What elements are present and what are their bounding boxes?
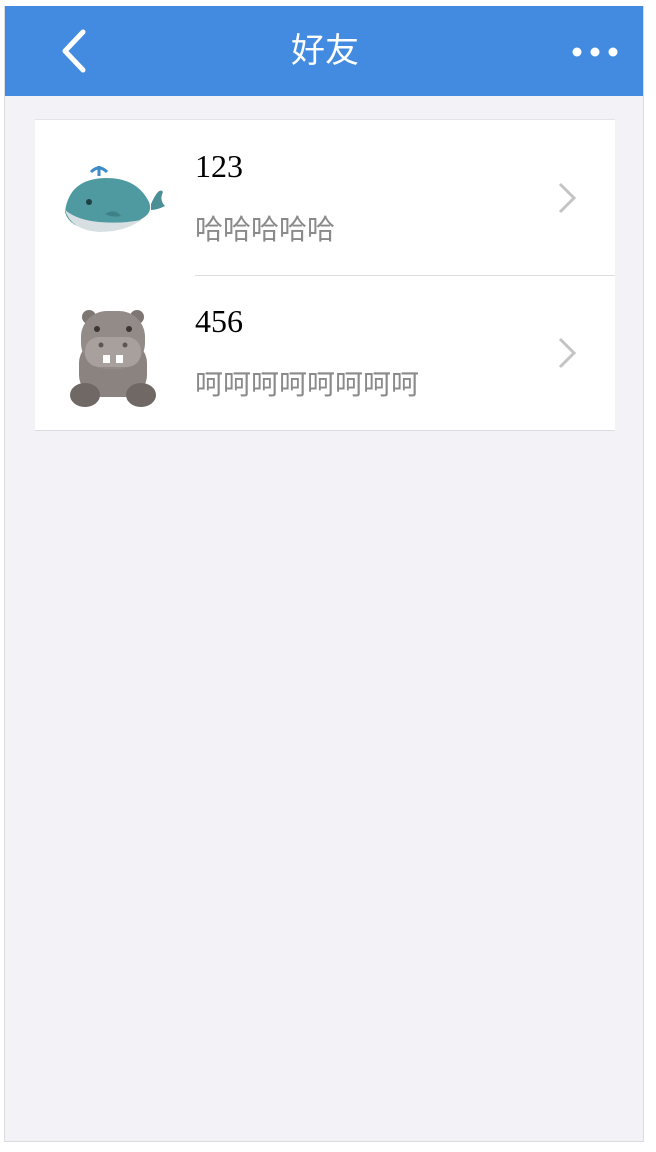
page-title: 好友	[291, 31, 359, 71]
friend-list: 123 哈哈哈哈哈 456 呵呵呵呵呵呵呵呵	[35, 119, 615, 431]
whale-avatar	[63, 152, 167, 244]
friend-list-item[interactable]: 456 呵呵呵呵呵呵呵呵	[35, 275, 615, 430]
chevron-right-icon	[558, 337, 577, 369]
app-frame: 好友 123 哈哈哈哈哈 456 呵呵呵呵呵呵呵呵	[4, 6, 644, 1142]
friend-name: 123	[195, 148, 243, 184]
friend-list-item[interactable]: 123 哈哈哈哈哈	[35, 120, 615, 275]
more-button[interactable]	[565, 34, 625, 70]
ellipsis-icon	[572, 47, 618, 57]
navigation-bar: 好友	[5, 6, 643, 96]
friend-message: 呵呵呵呵呵呵呵呵	[195, 368, 420, 401]
chevron-right-icon	[558, 182, 577, 214]
hippo-avatar	[63, 307, 167, 407]
friend-name: 456	[195, 303, 243, 339]
friend-message: 哈哈哈哈哈	[195, 213, 336, 246]
